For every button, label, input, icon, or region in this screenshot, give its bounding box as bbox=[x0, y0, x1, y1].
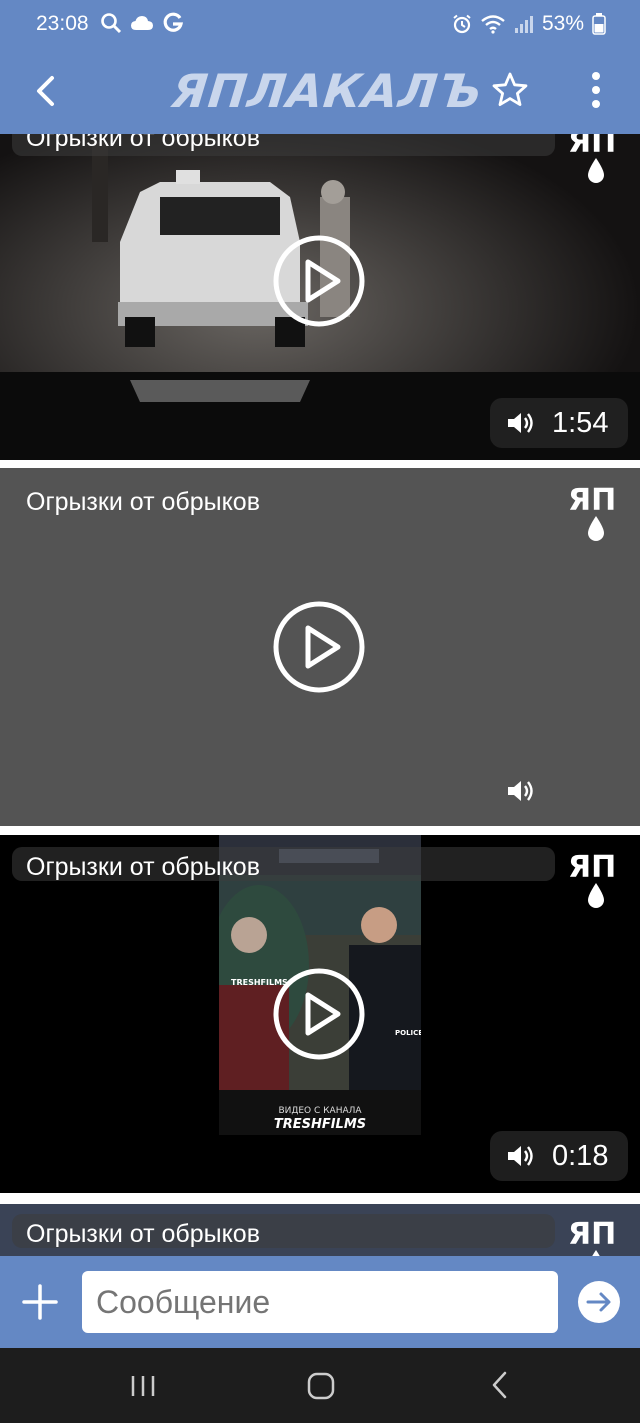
recent-apps-icon[interactable] bbox=[129, 1374, 157, 1398]
wifi-icon bbox=[481, 15, 505, 34]
duration-badge[interactable]: 1:54 bbox=[490, 398, 628, 448]
battery-icon bbox=[592, 13, 606, 35]
thumb-brand-text: TRESHFILMS bbox=[274, 1117, 366, 1132]
status-right: 53% bbox=[452, 12, 606, 36]
video-feed: Огрызки от обрыков ЯП 1:54 Огрызки от об… bbox=[0, 134, 640, 1256]
status-left-icons bbox=[100, 12, 184, 34]
yp-badge-icon: ЯП bbox=[568, 850, 616, 908]
system-back-icon[interactable] bbox=[490, 1370, 510, 1400]
search-icon bbox=[101, 13, 122, 34]
cloud-icon bbox=[131, 16, 153, 30]
play-button-icon[interactable] bbox=[272, 967, 366, 1061]
thumb-small-text: ВИДЕО С КАНАЛА bbox=[278, 1106, 362, 1116]
status-time: 23:08 bbox=[36, 12, 89, 35]
alarm-icon bbox=[453, 14, 471, 34]
video-card-1[interactable]: Огрызки от обрыков ЯП 1:54 bbox=[0, 134, 640, 460]
yp-badge-text: ЯП bbox=[568, 1217, 616, 1252]
video-duration: 1:54 bbox=[552, 406, 609, 439]
volume-icon[interactable] bbox=[505, 778, 537, 804]
duration-badge[interactable]: 0:18 bbox=[490, 1131, 628, 1181]
app-header: ЯПЛАКАЛЪ bbox=[0, 48, 640, 134]
signal-icon bbox=[514, 16, 533, 33]
yp-badge-text: ЯП bbox=[568, 483, 616, 518]
back-arrow-icon[interactable] bbox=[30, 72, 64, 110]
video-title: Огрызки от обрыков bbox=[26, 134, 260, 152]
thumb-police-badge: POLICE bbox=[395, 1029, 421, 1037]
message-composer bbox=[0, 1256, 640, 1348]
yp-badge-icon: ЯП bbox=[568, 483, 616, 541]
battery-percent: 53% bbox=[541, 12, 584, 35]
volume-icon bbox=[508, 413, 533, 433]
video-title: Огрызки от обрыков bbox=[26, 488, 260, 516]
yp-badge-icon: ЯП bbox=[568, 134, 616, 183]
volume-icon bbox=[508, 1146, 533, 1166]
message-input[interactable] bbox=[82, 1271, 558, 1333]
plus-icon[interactable] bbox=[22, 1284, 58, 1320]
video-title: Огрызки от обрыков bbox=[26, 853, 260, 881]
system-nav-bar bbox=[0, 1348, 640, 1423]
video-title: Огрызки от обрыков bbox=[26, 1220, 260, 1248]
google-icon bbox=[163, 12, 184, 32]
video-duration: 0:18 bbox=[552, 1139, 609, 1172]
video-card-4[interactable]: Огрызки от обрыков ЯП bbox=[0, 1204, 640, 1256]
status-bar: 23:08 53% bbox=[0, 0, 640, 48]
more-menu-icon[interactable] bbox=[590, 70, 602, 110]
send-arrow-icon[interactable] bbox=[577, 1280, 621, 1324]
yp-badge-text: ЯП bbox=[568, 134, 616, 160]
play-button-icon[interactable] bbox=[272, 600, 366, 694]
favorite-star-icon[interactable] bbox=[490, 70, 530, 110]
yp-badge-text: ЯП bbox=[568, 850, 616, 885]
home-icon[interactable] bbox=[307, 1372, 335, 1400]
yp-badge-icon: ЯП bbox=[568, 1217, 616, 1256]
play-button-icon[interactable] bbox=[272, 234, 366, 328]
video-card-3[interactable]: ВИДЕО С КАНАЛА TRESHFILMS TRESHFILMS POL… bbox=[0, 835, 640, 1193]
site-logo[interactable]: ЯПЛАКАЛЪ bbox=[169, 64, 485, 118]
video-card-2[interactable]: Огрызки от обрыков ЯП bbox=[0, 468, 640, 826]
